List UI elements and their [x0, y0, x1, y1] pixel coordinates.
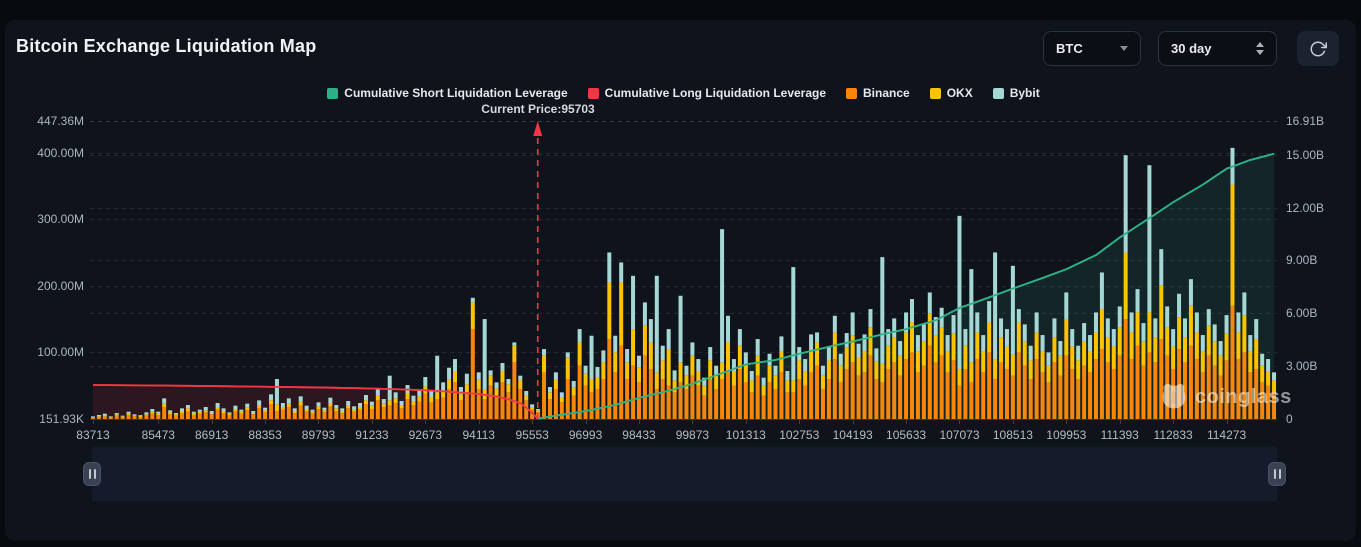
legend-item[interactable]: Bybit — [992, 86, 1040, 100]
x-axis-label: 101313 — [725, 428, 766, 442]
x-axis-label: 112833 — [1153, 428, 1193, 442]
y-axis-label: 447.36M — [37, 114, 84, 128]
legend-item[interactable]: OKX — [929, 86, 973, 100]
legend-label: Cumulative Long Liquidation Leverage — [604, 86, 827, 100]
x-axis-label: 92673 — [408, 428, 442, 442]
x-axis-label: 94113 — [462, 428, 495, 442]
x-axis-label: 86913 — [194, 428, 229, 442]
x-axis-label: 96993 — [568, 428, 603, 442]
x-axis-label: 95553 — [515, 428, 549, 442]
x-axis-label: 105633 — [886, 428, 927, 442]
navigator-slider[interactable] — [83, 447, 1286, 501]
y-axis-label: 12.00B — [1286, 200, 1325, 215]
x-axis-label: 107073 — [939, 428, 980, 442]
legend-label: OKX — [946, 86, 973, 100]
watermark: coinglass — [1160, 383, 1292, 411]
y-axis-label: 400.00M — [37, 145, 84, 160]
y-axis-label: 100.00M — [37, 345, 84, 360]
coinglass-logo-icon — [1162, 383, 1186, 409]
chart-legend: Cumulative Short Liquidation Leverage Cum… — [90, 86, 1277, 100]
x-axis-label: 99873 — [675, 428, 710, 442]
x-axis-label: 88353 — [248, 428, 282, 442]
legend-item[interactable]: Cumulative Long Liquidation Leverage — [587, 86, 827, 100]
x-axis-label: 114273 — [1206, 428, 1247, 442]
y-axis-label: 200.00M — [37, 278, 84, 293]
current-price-label: Current Price:95703 — [481, 102, 595, 116]
y-axis-label: 151.93K — [39, 411, 84, 426]
x-axis-label: 85473 — [141, 428, 175, 442]
x-axis-label: 109953 — [1046, 428, 1087, 442]
x-axis-label: 89793 — [301, 428, 336, 442]
x-axis-label: 104193 — [832, 428, 873, 442]
legend-swatch-icon — [846, 87, 858, 99]
x-axis-label: 98433 — [622, 428, 656, 442]
watermark-text: coinglass — [1195, 385, 1292, 408]
y-axis-label: 16.91B — [1286, 114, 1325, 128]
legend-label: Binance — [863, 86, 910, 100]
legend-label: Bybit — [1009, 86, 1040, 100]
legend-item[interactable]: Binance — [846, 86, 910, 100]
x-axis-label: 91233 — [355, 428, 389, 442]
x-axis-label: 108513 — [992, 428, 1033, 442]
legend-item[interactable]: Cumulative Short Liquidation Leverage — [327, 86, 568, 100]
x-axis-label: 83713 — [76, 428, 110, 442]
legend-swatch-icon — [992, 87, 1004, 99]
navigator-handle-right[interactable] — [1268, 462, 1286, 486]
y-axis-label: 9.00B — [1286, 253, 1318, 268]
navigator-handle-left[interactable] — [83, 462, 101, 486]
legend-label: Cumulative Short Liquidation Leverage — [344, 86, 568, 100]
legend-swatch-icon — [327, 87, 339, 99]
legend-swatch-icon — [929, 87, 941, 99]
legend-swatch-icon — [587, 87, 599, 99]
y-axis-label: 15.00B — [1286, 147, 1325, 162]
x-axis-label: 102753 — [779, 428, 820, 442]
liquidation-map-app: Bitcoin Exchange Liquidation Map BTC 30 … — [0, 0, 1361, 547]
y-axis-label: 0 — [1286, 412, 1293, 426]
y-axis-label: 300.00M — [37, 212, 84, 227]
y-axis-label: 6.00B — [1286, 306, 1318, 321]
y-axis-label: 3.00B — [1286, 359, 1318, 374]
x-axis-label: 111393 — [1100, 428, 1139, 442]
